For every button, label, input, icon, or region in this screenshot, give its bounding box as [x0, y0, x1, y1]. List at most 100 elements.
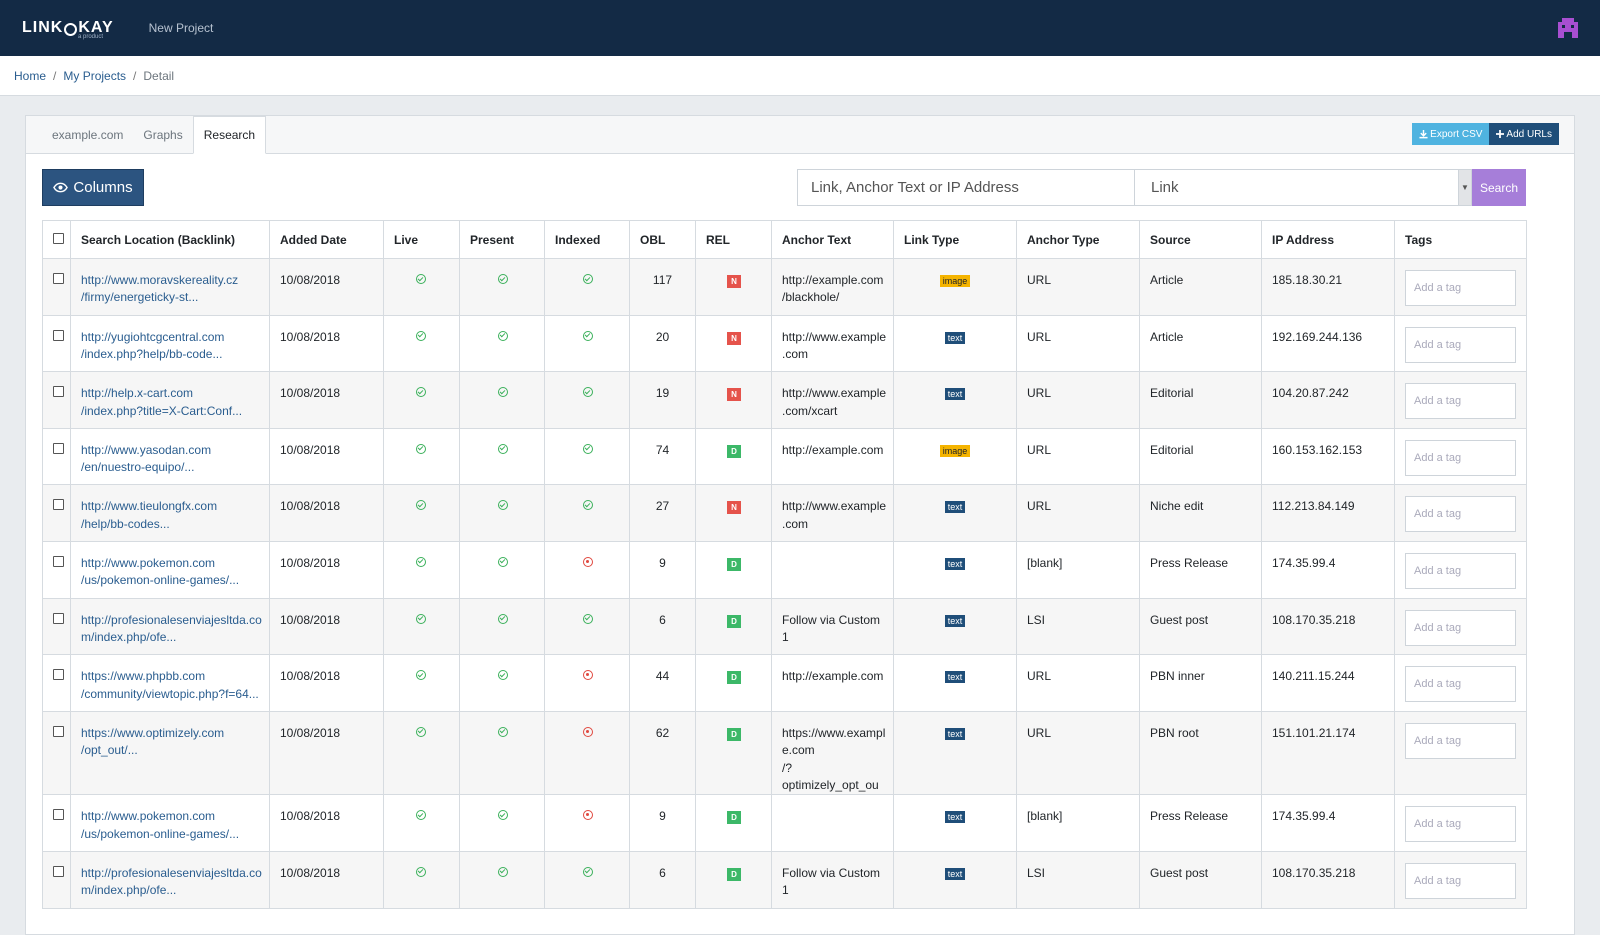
anchor-text-line: https://www.exampl	[782, 725, 886, 740]
breadcrumb-home[interactable]: Home	[14, 69, 46, 83]
search-button[interactable]: Search	[1472, 169, 1526, 206]
add-tag-input[interactable]: Add a tag	[1405, 383, 1516, 420]
row-checkbox[interactable]	[53, 612, 64, 624]
anchor-type: URL	[1016, 484, 1140, 542]
backlink-url-line: http://www.pokemon.com	[81, 809, 216, 824]
search-field-select[interactable]: Link ▼	[1134, 169, 1472, 206]
column-header[interactable]: Live	[383, 220, 460, 259]
backlink-url[interactable]: http://www.tieulongfx.com/help/bb-codes.…	[81, 498, 259, 533]
add-tag-input[interactable]: Add a tag	[1405, 496, 1516, 533]
column-header[interactable]: Search Location (Backlink)	[70, 220, 270, 259]
column-header[interactable]: Indexed	[544, 220, 630, 259]
backlink-url[interactable]: http://www.moravskereality.cz/firmy/ener…	[81, 272, 259, 307]
column-header[interactable]: IP Address	[1261, 220, 1395, 259]
row-checkbox[interactable]	[53, 809, 64, 821]
ip-address: 185.18.30.21	[1261, 258, 1395, 316]
backlink-url[interactable]: http://yugiohtcgcentral.com/index.php?he…	[81, 329, 259, 364]
row-select-cell	[42, 597, 71, 656]
project-name[interactable]: New Project	[149, 21, 214, 35]
backlink-url[interactable]: http://profesionalesenviajesltda.co m/ind…	[81, 865, 262, 900]
added-date: 10/08/2018	[269, 850, 384, 909]
column-header[interactable]: Anchor Text	[771, 220, 894, 259]
row-select-cell	[42, 314, 71, 373]
table-row: http://www.yasodan.com/en/nuestro-equipo…	[42, 427, 1527, 486]
add-tag-input[interactable]: Add a tag	[1405, 722, 1516, 759]
add-tag-input[interactable]: Add a tag	[1405, 326, 1516, 363]
source: PBN inner	[1139, 654, 1262, 712]
eye-icon	[53, 182, 69, 193]
logo-magnifier-icon	[64, 22, 78, 36]
user-avatar-icon[interactable]	[1556, 16, 1580, 40]
link-type-cell: text	[893, 484, 1017, 542]
columns-button[interactable]: Columns	[42, 169, 144, 206]
column-header[interactable]: Source	[1139, 220, 1262, 259]
indexed-status	[544, 314, 630, 373]
tab-graphs[interactable]: Graphs	[133, 116, 192, 153]
tab-research[interactable]: Research	[192, 116, 267, 154]
add-tag-input[interactable]: Add a tag	[1405, 666, 1516, 703]
add-tag-input[interactable]: Add a tag	[1405, 270, 1516, 306]
row-checkbox[interactable]	[53, 499, 64, 511]
row-checkbox[interactable]	[53, 329, 64, 341]
rel-badge: N	[727, 501, 741, 515]
add-tag-input[interactable]: Add a tag	[1405, 439, 1516, 476]
column-header[interactable]: Added Date	[269, 220, 384, 259]
row-checkbox[interactable]	[53, 386, 64, 398]
tags-cell: Add a tag	[1394, 314, 1527, 373]
live-check-icon	[416, 387, 426, 398]
anchor-type: URL	[1016, 371, 1140, 429]
row-select-cell	[42, 654, 71, 712]
indexed-error-icon	[583, 670, 593, 681]
backlink-url-line: https://www.optimizely.com	[81, 725, 225, 740]
add-tag-input[interactable]: Add a tag	[1405, 806, 1516, 843]
search-input[interactable]: Link, Anchor Text or IP Address	[797, 169, 1135, 206]
row-checkbox[interactable]	[53, 273, 64, 284]
add-urls-button[interactable]: Add URLs	[1489, 123, 1559, 145]
row-checkbox[interactable]	[53, 725, 64, 737]
tab-example-com[interactable]: example.com	[42, 116, 133, 153]
backlink-url[interactable]: https://www.phpbb.com/community/viewtopi…	[81, 668, 259, 703]
present-status	[459, 850, 545, 909]
row-checkbox[interactable]	[53, 865, 64, 877]
add-tag-input[interactable]: Add a tag	[1405, 552, 1516, 589]
column-header[interactable]: Tags	[1394, 220, 1527, 259]
live-check-icon	[416, 274, 426, 284]
tags-cell: Add a tag	[1394, 794, 1527, 852]
present-check-icon	[498, 387, 508, 398]
add-tag-input[interactable]: Add a tag	[1405, 609, 1516, 646]
anchor-text-line: /?optimizely_opt_ou	[782, 760, 879, 792]
anchor-type: URL	[1016, 654, 1140, 712]
backlink-cell: http://www.pokemon.com/us/pokemon-online…	[70, 794, 270, 852]
column-header[interactable]: REL	[695, 220, 772, 259]
backlink-url[interactable]: http://www.pokemon.com/us/pokemon-online…	[81, 808, 259, 843]
rel-badge: D	[727, 444, 741, 458]
add-tag-input[interactable]: Add a tag	[1405, 862, 1516, 899]
obl-count: 6	[629, 850, 696, 909]
table-row: http://yugiohtcgcentral.com/index.php?he…	[42, 314, 1527, 373]
row-checkbox[interactable]	[53, 669, 64, 681]
anchor-type: LSI	[1016, 597, 1140, 656]
column-header[interactable]: OBL	[629, 220, 696, 259]
backlink-cell: http://www.pokemon.com/us/pokemon-online…	[70, 540, 270, 599]
row-checkbox[interactable]	[53, 555, 64, 567]
column-header[interactable]: Anchor Type	[1016, 220, 1140, 259]
source: Press Release	[1139, 540, 1262, 599]
backlink-url[interactable]: http://profesionalesenviajesltda.co m/ind…	[81, 612, 262, 647]
backlink-url-line: m/index.php/ofe...	[81, 883, 177, 898]
link-type-cell: image	[893, 427, 1017, 486]
select-all-checkbox[interactable]	[53, 232, 64, 244]
column-header[interactable]: Link Type	[893, 220, 1017, 259]
backlink-url[interactable]: https://www.optimizely.com/opt_out/...	[81, 725, 259, 760]
rel-cell: D	[695, 597, 772, 656]
backlink-url[interactable]: http://www.pokemon.com/us/pokemon-online…	[81, 555, 259, 590]
export-csv-button[interactable]: Export CSV	[1412, 123, 1490, 145]
rel-cell: N	[695, 484, 772, 542]
row-checkbox[interactable]	[53, 442, 64, 454]
breadcrumb-my-projects[interactable]: My Projects	[63, 69, 126, 83]
backlink-url[interactable]: http://www.yasodan.com/en/nuestro-equipo…	[81, 442, 259, 477]
tags-cell: Add a tag	[1394, 540, 1527, 599]
backlink-url[interactable]: http://help.x-cart.com/index.php?title=X…	[81, 385, 259, 420]
anchor-text-line: .com	[782, 347, 809, 361]
column-header[interactable]: Present	[459, 220, 545, 259]
link-type-cell: text	[893, 540, 1017, 599]
